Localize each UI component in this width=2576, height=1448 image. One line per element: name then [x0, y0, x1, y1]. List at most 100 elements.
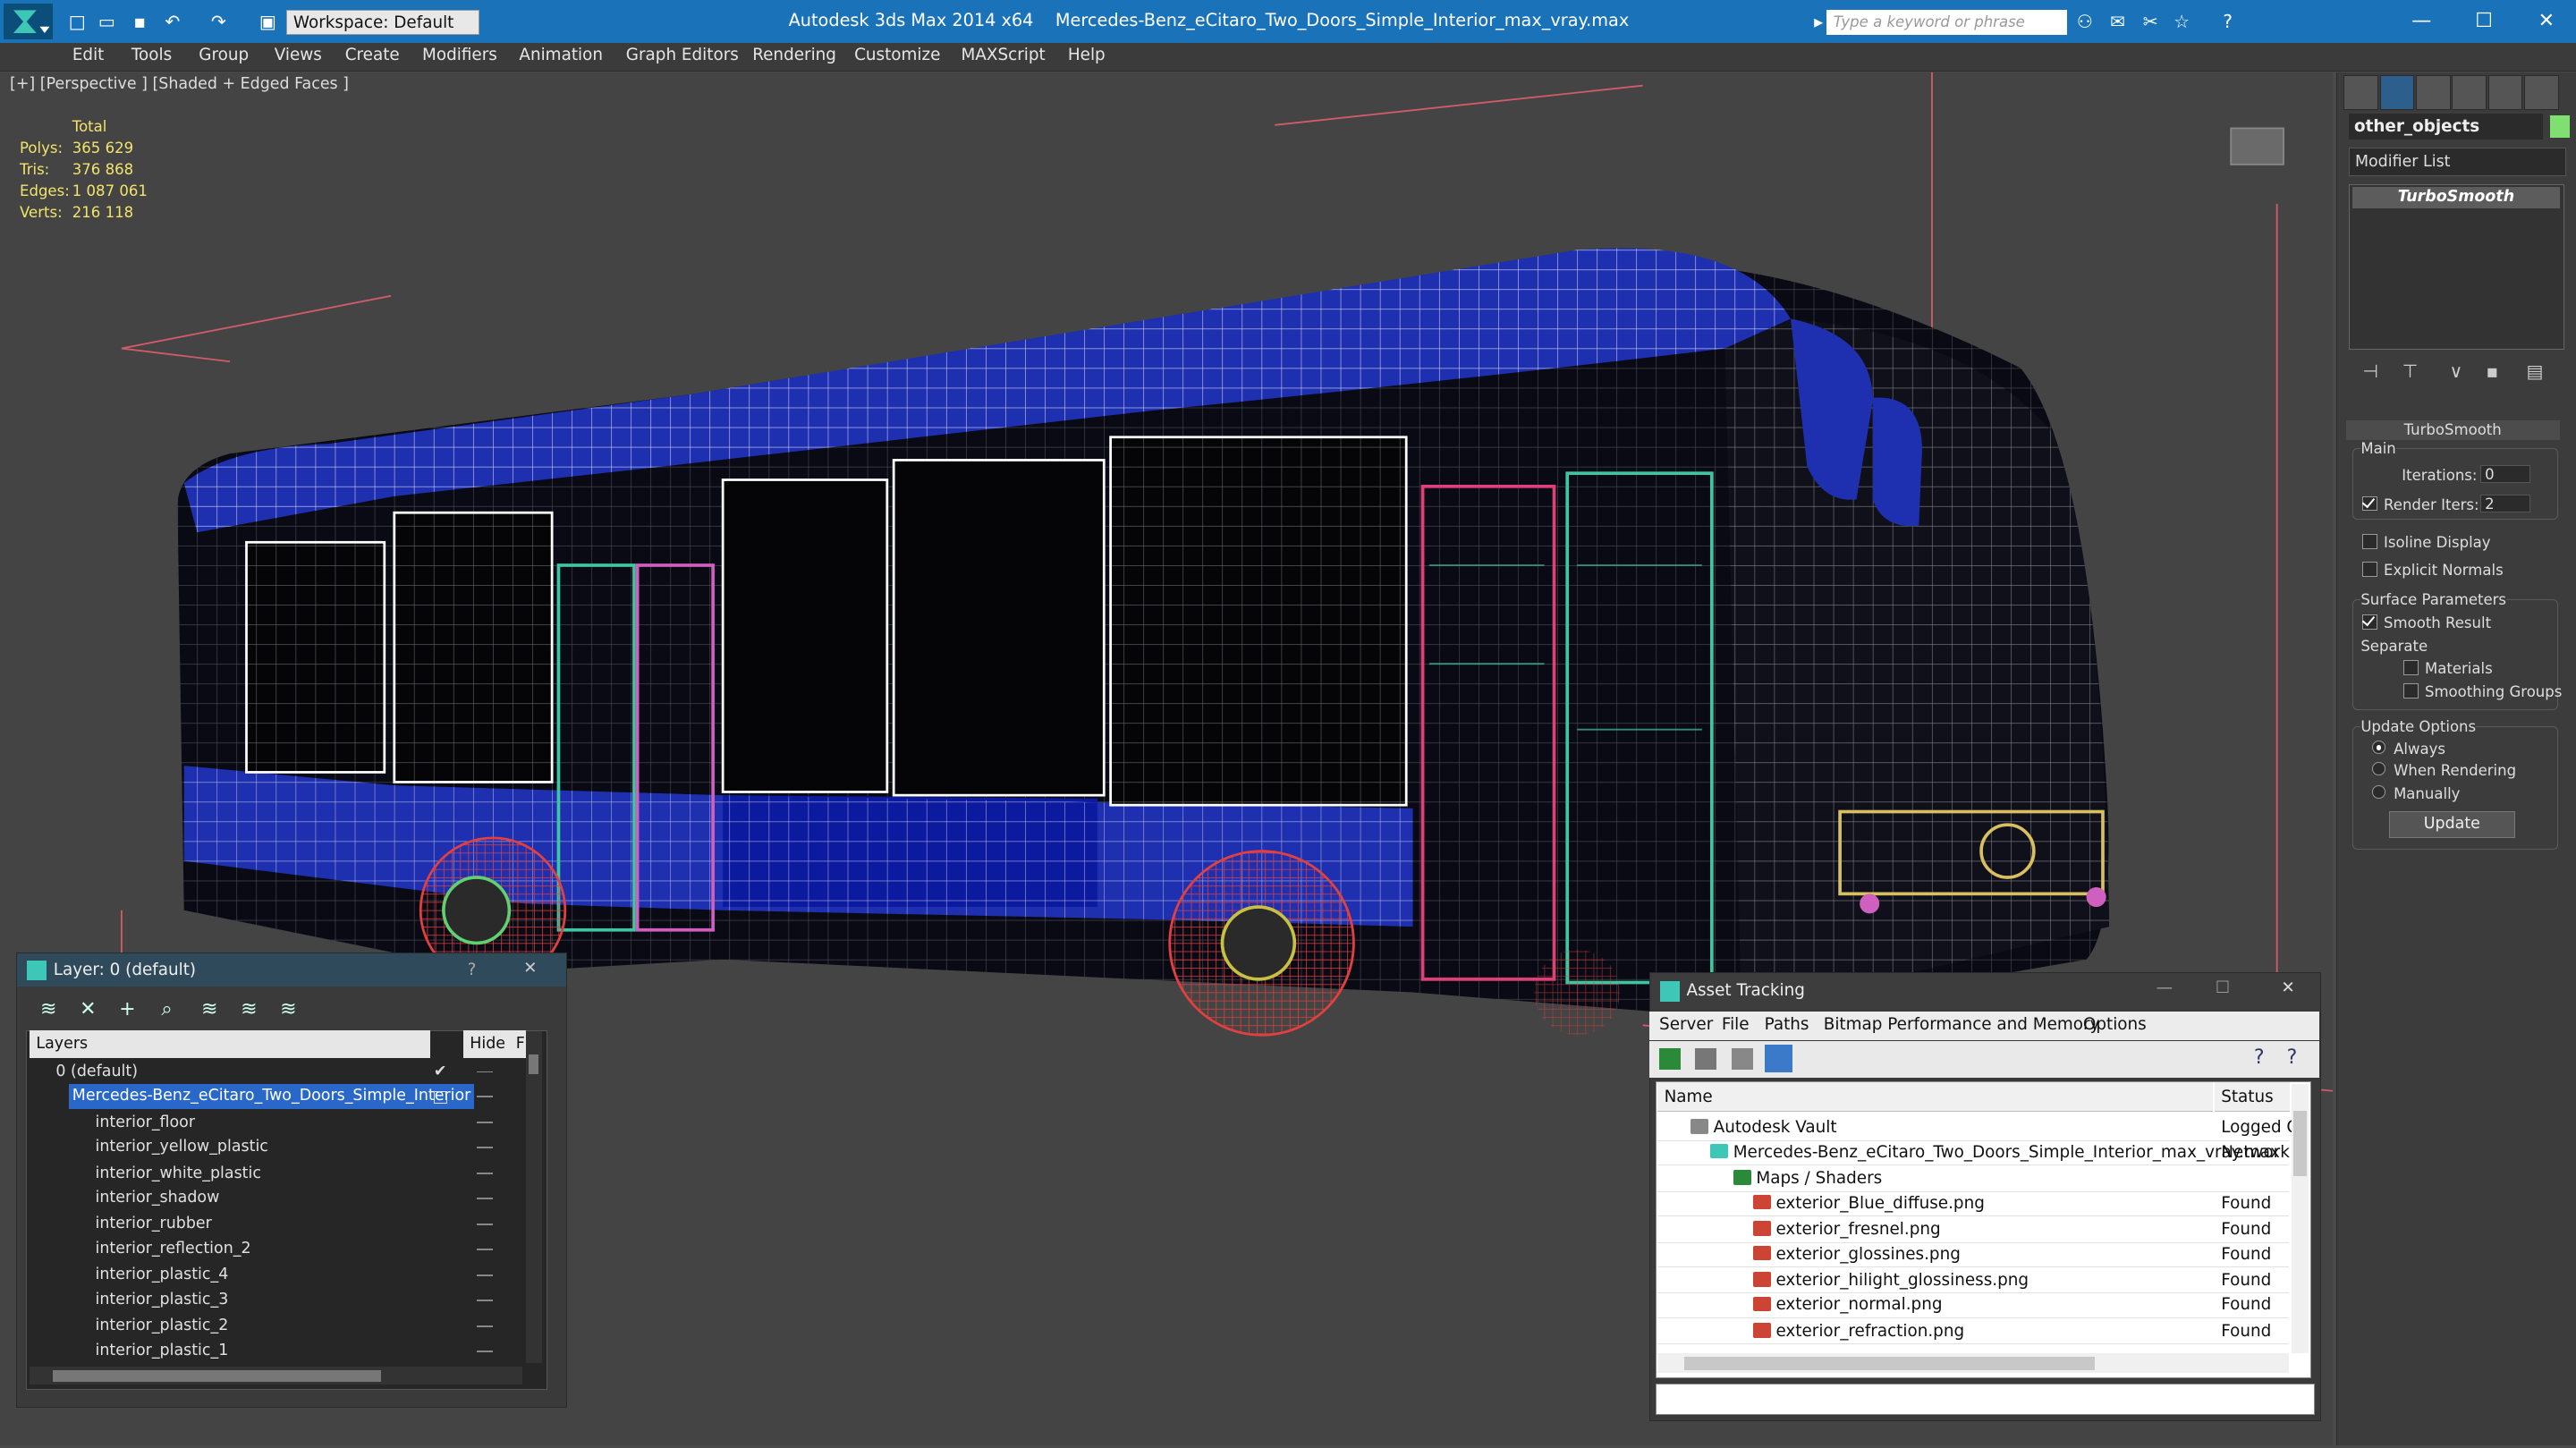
asset-horizontal-scrollbar[interactable] — [1657, 1353, 2289, 1374]
layer-row[interactable]: interior_plastic_3 — [30, 1288, 522, 1313]
pin-stack-icon[interactable]: ⊣ — [2359, 361, 2382, 381]
tree-view-icon[interactable] — [1731, 1047, 1753, 1070]
iterations-spinner[interactable]: 0 — [2480, 464, 2530, 483]
asset-row[interactable]: Autodesk Vault Logged O — [1657, 1115, 2300, 1141]
redo-icon[interactable]: ↷ — [207, 12, 230, 31]
render-iters-spinner[interactable]: 2 — [2480, 494, 2530, 513]
layer-vertical-scrollbar[interactable] — [525, 1031, 543, 1364]
create-layer-icon[interactable]: ≋ — [34, 996, 64, 1022]
remove-modifier-icon[interactable]: ▪ — [2480, 361, 2504, 381]
menu-help[interactable]: Help — [1068, 46, 1106, 64]
asset-path-field[interactable] — [1656, 1383, 2316, 1415]
update-button[interactable]: Update — [2388, 811, 2516, 838]
app-menu-button[interactable] — [3, 3, 53, 40]
object-name-field[interactable]: other_objects — [2349, 113, 2544, 140]
new-file-icon[interactable]: □ — [65, 12, 89, 31]
table-view-icon[interactable] — [1764, 1045, 1792, 1073]
smooth-result-checkbox[interactable] — [2362, 614, 2377, 630]
show-end-result-icon[interactable]: ⊤ — [2399, 361, 2422, 381]
asset-row[interactable]: Maps / Shaders — [1657, 1166, 2289, 1192]
menu-group[interactable]: Group — [199, 46, 249, 64]
motion-tab-icon[interactable] — [2452, 75, 2487, 111]
create-tab-icon[interactable] — [2343, 75, 2378, 111]
close-icon[interactable]: ✕ — [523, 959, 537, 978]
modifier-list-dropdown[interactable]: Modifier List — [2349, 148, 2566, 176]
layer-row[interactable]: 0 (default) ✔ — [30, 1060, 522, 1085]
highlight-layer-icon[interactable]: ≋ — [195, 996, 225, 1022]
asset-menu-file[interactable]: File — [1722, 1015, 1750, 1034]
maximize-icon[interactable]: ☐ — [2216, 978, 2230, 997]
menu-rendering[interactable]: Rendering — [752, 46, 836, 64]
communication-center-icon[interactable]: ✉ — [2106, 12, 2130, 31]
asset-menu-paths[interactable]: Paths — [1765, 1015, 1809, 1034]
utilities-tab-icon[interactable] — [2524, 75, 2559, 111]
minimize-button[interactable]: — — [2392, 6, 2451, 36]
layer-row[interactable]: interior_shadow — [30, 1186, 522, 1211]
render-iters-checkbox[interactable] — [2362, 495, 2377, 512]
asset-row[interactable]: exterior_glossines.png Found — [1657, 1242, 2289, 1268]
layer-horizontal-scrollbar[interactable] — [30, 1367, 523, 1385]
col-hide[interactable]: Hide — [462, 1029, 510, 1058]
manually-radio[interactable] — [2372, 784, 2386, 799]
layer-row[interactable]: interior_plastic_2 — [30, 1314, 522, 1339]
project-folder-icon[interactable]: ▣ — [257, 12, 280, 31]
asset-menu-server[interactable]: Server — [1659, 1015, 1713, 1034]
asset-row[interactable]: Mercedes-Benz_eCitaro_Two_Doors_Simple_I… — [1657, 1140, 2300, 1166]
explicit-normals-checkbox[interactable] — [2362, 562, 2377, 577]
layer-row[interactable]: interior_white_plastic — [30, 1162, 522, 1187]
close-button[interactable]: ✕ — [2517, 6, 2576, 36]
materials-checkbox[interactable] — [2403, 660, 2419, 676]
binoculars-icon[interactable]: ⚇ — [2073, 12, 2097, 31]
freeze-all-icon[interactable]: ≋ — [274, 996, 303, 1022]
layer-row[interactable]: interior_plastic_1 — [30, 1339, 522, 1364]
menu-modifiers[interactable]: Modifiers — [422, 46, 497, 64]
when-rendering-radio[interactable] — [2372, 762, 2386, 776]
configure-modifier-sets-icon[interactable]: ▤ — [2523, 361, 2546, 381]
modify-tab-icon[interactable] — [2379, 75, 2415, 111]
select-objects-icon[interactable]: ⌕ — [152, 996, 182, 1022]
modifier-stack[interactable] — [2349, 183, 2565, 351]
stack-item-turbosmooth[interactable]: TurboSmooth — [2352, 187, 2560, 209]
active-layer-checkmark-icon[interactable]: ✔ — [434, 1060, 447, 1085]
menu-maxscript[interactable]: MAXScript — [961, 46, 1045, 64]
menu-customize[interactable]: Customize — [854, 46, 940, 64]
menu-graph-editors[interactable]: Graph Editors — [626, 46, 739, 64]
menu-create[interactable]: Create — [345, 46, 400, 64]
asset-row[interactable]: exterior_normal.png Found — [1657, 1292, 2289, 1319]
close-icon[interactable]: ✕ — [2281, 978, 2294, 997]
asset-row[interactable]: exterior_fresnel.png Found — [1657, 1217, 2289, 1243]
isoline-display-checkbox[interactable] — [2362, 533, 2377, 549]
asset-vertical-scrollbar[interactable] — [2292, 1084, 2309, 1354]
subscription-icon[interactable]: ✂ — [2139, 12, 2162, 31]
asset-row[interactable]: exterior_refraction.png Found — [1657, 1319, 2289, 1345]
col-layers[interactable]: Layers — [30, 1029, 431, 1058]
minimize-icon[interactable]: — — [2157, 978, 2173, 997]
object-color-swatch[interactable] — [2549, 114, 2570, 139]
menu-edit[interactable]: Edit — [72, 46, 105, 64]
menu-animation[interactable]: Animation — [519, 46, 603, 64]
layer-row[interactable]: interior_yellow_plastic — [30, 1135, 522, 1160]
search-input[interactable]: Type a keyword or phrase — [1826, 10, 2067, 35]
asset-menu-bitmap-performance[interactable]: Bitmap Performance and Memory — [1824, 1015, 2100, 1034]
col-name[interactable]: Name — [1657, 1082, 2214, 1113]
help-icon[interactable]: ? — [2216, 12, 2240, 31]
smoothing-groups-checkbox[interactable] — [2403, 683, 2419, 699]
layer-row[interactable]: interior_reflection_2 — [30, 1237, 522, 1262]
col-status[interactable]: Status — [2214, 1082, 2291, 1113]
make-unique-icon[interactable]: ∨ — [2445, 361, 2468, 381]
display-tab-icon[interactable] — [2487, 75, 2523, 111]
vault-help-icon[interactable]: ? — [2287, 1046, 2298, 1069]
favorites-star-icon[interactable]: ☆ — [2170, 12, 2193, 31]
make-current-box-icon[interactable] — [433, 1090, 447, 1105]
asset-row[interactable]: exterior_hilight_glossiness.png Found — [1657, 1268, 2289, 1294]
layer-row[interactable]: Mercedes-Benz_eCitaro_Two_Doors_Simple_I… — [30, 1084, 522, 1109]
hierarchy-tab-icon[interactable] — [2415, 75, 2451, 111]
col-freeze[interactable]: F — [509, 1029, 526, 1058]
workspace-dropdown[interactable]: Workspace: Default — [285, 10, 480, 35]
layer-row[interactable]: interior_floor — [30, 1111, 522, 1136]
refresh-icon[interactable] — [1659, 1047, 1681, 1070]
list-view-icon[interactable] — [1695, 1047, 1717, 1070]
layer-row[interactable]: interior_rubber — [30, 1212, 522, 1237]
maximize-button[interactable]: ☐ — [2454, 6, 2513, 36]
viewport-label[interactable]: [+] [Perspective ] [Shaded + Edged Faces… — [10, 75, 349, 93]
